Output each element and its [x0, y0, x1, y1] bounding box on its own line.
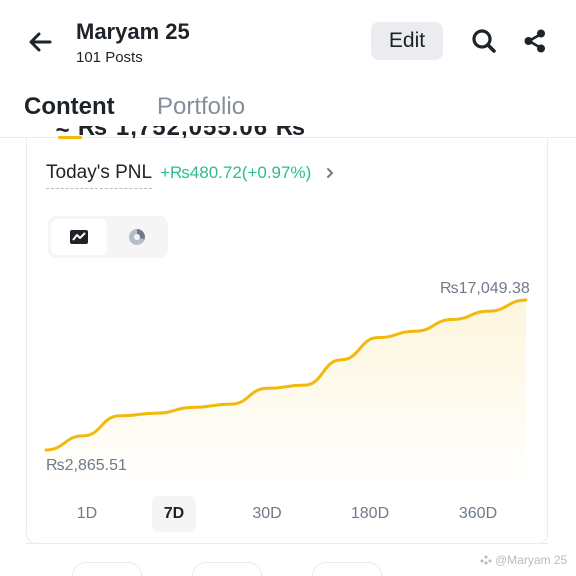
watermark: @Maryam 25	[480, 553, 567, 567]
app-header: Maryam 25 101 Posts Edit	[0, 0, 576, 84]
tab-indicator	[58, 136, 82, 139]
chevron-right-icon[interactable]	[325, 166, 335, 180]
action-pill[interactable]	[72, 562, 142, 576]
pie-chart-option[interactable]	[109, 219, 165, 255]
pie-chart-icon	[129, 229, 145, 245]
posts-count: 101 Posts	[76, 49, 143, 66]
line-chart-option[interactable]	[51, 219, 107, 255]
binance-logo-icon	[480, 555, 492, 565]
balance-value-clipped: ≈ ₨ 1,752,055.06 ₨	[56, 126, 346, 138]
profile-title-block: Maryam 25 101 Posts	[76, 20, 190, 66]
pnl-value: +₨480.72(+0.97%)	[160, 163, 312, 182]
chart-type-toggle	[48, 216, 168, 258]
time-range-selector: 1D 7D 30D 180D 360D	[46, 496, 536, 532]
range-7d[interactable]: 7D	[152, 496, 196, 532]
chart-min-label: ₨2,865.51	[46, 457, 127, 474]
share-icon	[524, 29, 545, 53]
action-pill[interactable]	[192, 562, 262, 576]
chart-area	[46, 300, 526, 480]
range-180d[interactable]: 180D	[340, 496, 400, 532]
search-icon	[472, 29, 496, 53]
chart-max-label: ₨17,049.38	[440, 280, 530, 297]
watermark-text: @Maryam 25	[495, 553, 568, 567]
card-divider	[26, 543, 548, 544]
range-1d[interactable]: 1D	[62, 496, 112, 532]
arrow-left-icon	[29, 32, 52, 52]
share-button[interactable]	[520, 26, 550, 56]
balance-value: ≈ ₨ 1,752,055.06 ₨	[56, 126, 306, 138]
back-button[interactable]	[24, 26, 56, 58]
edit-button[interactable]: Edit	[371, 22, 443, 60]
portfolio-chart	[44, 298, 528, 480]
tab-portfolio[interactable]: Portfolio	[157, 92, 245, 122]
range-30d[interactable]: 30D	[242, 496, 292, 532]
pnl-row[interactable]: Today's PNL +₨480.72(+0.97%)	[46, 160, 335, 190]
tab-content[interactable]: Content	[24, 92, 115, 122]
range-360d[interactable]: 360D	[448, 496, 508, 532]
pnl-label[interactable]: Today's PNL	[46, 162, 153, 189]
line-chart-icon	[70, 230, 88, 244]
action-pill[interactable]	[312, 562, 382, 576]
profile-name: Maryam 25	[76, 19, 190, 44]
search-button[interactable]	[469, 26, 499, 56]
